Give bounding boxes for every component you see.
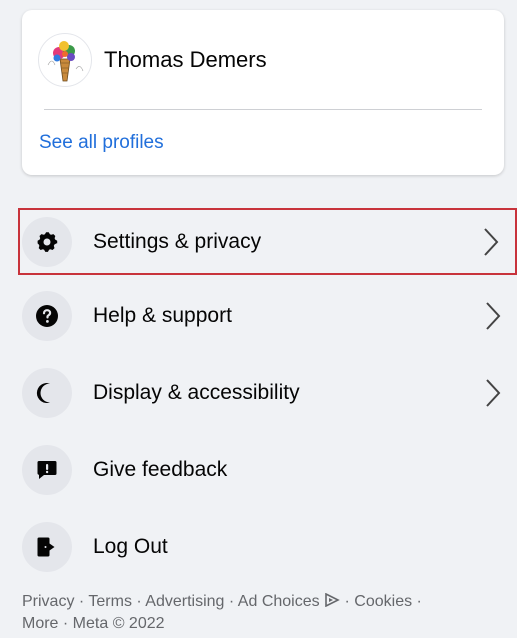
footer-links: Privacy · Terms · Advertising · Ad Choic… — [22, 591, 502, 635]
gear-icon — [22, 216, 72, 267]
footer-separator: · — [224, 593, 238, 610]
see-all-profiles-link[interactable]: See all profiles — [39, 132, 164, 154]
feedback-icon — [22, 444, 72, 495]
footer-separator: · — [131, 593, 146, 610]
footer-separator: · — [340, 593, 355, 610]
footer-separator: · — [74, 593, 89, 610]
footer-copyright: Meta © 2022 — [72, 615, 165, 632]
menu-item-log-out[interactable]: Log Out — [0, 508, 517, 585]
footer-cookies-link[interactable]: Cookies — [354, 593, 412, 610]
menu-item-settings-privacy[interactable]: Settings & privacy — [18, 208, 517, 275]
footer-separator: · — [58, 615, 73, 632]
menu-item-display-accessibility[interactable]: Display & accessibility — [0, 354, 517, 431]
menu-item-help-support[interactable]: Help & support — [0, 277, 517, 354]
profile-name[interactable]: Thomas Demers — [104, 47, 267, 73]
menu-label-help-support: Help & support — [93, 303, 232, 327]
menu-label-display-accessibility: Display & accessibility — [93, 380, 300, 404]
footer-privacy-link[interactable]: Privacy — [22, 593, 74, 610]
moon-icon — [22, 367, 72, 418]
chevron-right-icon — [486, 301, 501, 330]
avatar-image — [40, 35, 90, 85]
footer-ad-choices-link[interactable]: Ad Choices — [238, 593, 320, 610]
footer-more-link[interactable]: More — [22, 615, 58, 632]
chevron-right-icon — [486, 378, 501, 407]
logout-icon — [22, 521, 72, 572]
menu-label-settings-privacy: Settings & privacy — [93, 229, 262, 253]
menu-label-give-feedback: Give feedback — [93, 457, 228, 481]
footer-terms-link[interactable]: Terms — [88, 593, 132, 610]
profile-divider — [44, 109, 482, 110]
profile-row[interactable]: Thomas Demers — [38, 32, 267, 88]
question-icon — [22, 290, 72, 341]
menu-label-log-out: Log Out — [93, 534, 168, 558]
avatar[interactable] — [38, 33, 92, 87]
footer-advertising-link[interactable]: Advertising — [145, 593, 224, 610]
ad-choices-icon — [325, 592, 340, 608]
settings-menu: Settings & privacy Help & support Displa… — [0, 200, 517, 585]
chevron-right-icon — [484, 227, 499, 256]
menu-item-give-feedback[interactable]: Give feedback — [0, 431, 517, 508]
profile-card: Thomas Demers See all profiles — [22, 10, 504, 175]
footer-separator: · — [412, 593, 422, 610]
